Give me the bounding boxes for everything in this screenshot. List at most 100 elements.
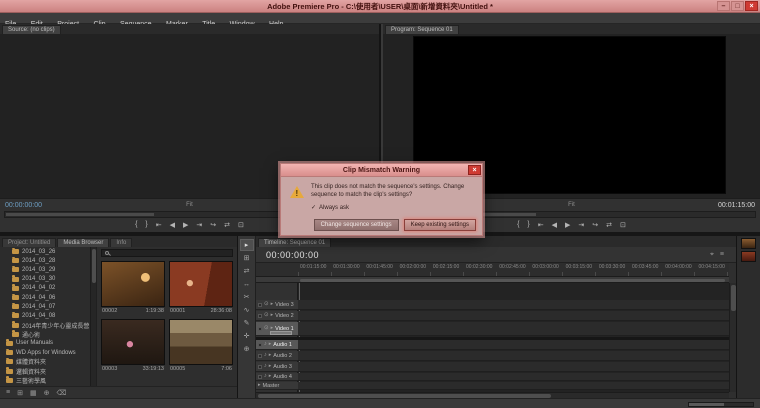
track-lane[interactable]	[298, 362, 729, 372]
tree-item[interactable]: 2014_04_07	[0, 302, 90, 311]
lock-toggle[interactable]	[258, 303, 262, 307]
twirl-icon[interactable]: ▸	[269, 364, 272, 369]
track-lane[interactable]	[298, 311, 729, 321]
twirl-icon[interactable]: ▸	[271, 302, 274, 307]
speaker-icon[interactable]: ♪	[264, 374, 267, 380]
tab-timeline[interactable]: Timeline: Sequence 01	[258, 238, 331, 247]
lock-toggle[interactable]	[258, 327, 262, 331]
list-view-icon[interactable]: ≡	[6, 389, 10, 396]
lock-toggle[interactable]	[258, 314, 262, 318]
go-to-in-icon[interactable]: ⇤	[538, 221, 544, 229]
track-header[interactable]: ⊙ ▸ Video 1	[256, 322, 298, 336]
step-forward-icon[interactable]: ⇥	[578, 221, 584, 229]
track-header[interactable]: ♪ ▸ Audio 3	[256, 362, 298, 372]
eye-icon[interactable]: ⊙	[264, 326, 269, 332]
tree-item[interactable]: 2014_03_28	[0, 256, 90, 265]
pen-tool-icon[interactable]: ✎	[240, 317, 254, 329]
tree-item[interactable]: 2014_03_26	[0, 247, 90, 256]
tree-item[interactable]: 2014_03_29	[0, 265, 90, 274]
clip-item[interactable]: 0000128:36:08	[169, 261, 233, 314]
twirl-icon[interactable]: ▸	[258, 383, 261, 388]
track-header[interactable]: ♪ ▸ Audio 4	[256, 373, 298, 381]
hand-tool-icon[interactable]: ✛	[240, 330, 254, 342]
source-patch-chip[interactable]	[270, 331, 292, 335]
icon-view-icon[interactable]: ⊞	[17, 389, 23, 397]
track-lane[interactable]	[298, 322, 729, 336]
lock-toggle[interactable]	[258, 343, 262, 347]
loop-icon[interactable]: ↪	[210, 221, 216, 229]
track-lane[interactable]	[298, 300, 729, 310]
clip-item[interactable]: 000057:06	[169, 319, 233, 372]
track-header[interactable]: ▸ Master	[256, 382, 298, 390]
new-item-icon[interactable]: ⊕	[44, 389, 50, 397]
bin-search-box[interactable]	[101, 249, 233, 257]
dialog-close-icon[interactable]: ×	[468, 165, 481, 175]
time-ruler[interactable]: 00:01:15:00 00:01:30:00 00:01:45:00 00:0…	[298, 263, 729, 277]
speaker-icon[interactable]: ♪	[264, 342, 267, 348]
tree-item[interactable]: 媒體資料夾	[0, 357, 90, 366]
insert-icon[interactable]: ⇄	[224, 221, 230, 229]
clip-thumbnail[interactable]	[101, 319, 165, 365]
tree-item[interactable]: 邏輯資料夾	[0, 366, 90, 375]
clip-thumbnail[interactable]	[169, 261, 233, 307]
track-header[interactable]: ♪ ▸ Audio 1	[256, 340, 298, 350]
tree-item[interactable]: WD Apps for Windows	[0, 348, 90, 357]
program-fit-dropdown[interactable]: Fit	[568, 202, 575, 208]
tab-source-monitor[interactable]: Source: (no clips)	[2, 25, 61, 34]
clip-thumbnail[interactable]	[169, 319, 233, 365]
track-lane[interactable]	[298, 373, 729, 381]
tree-item[interactable]: 2014_04_02	[0, 284, 90, 293]
mark-in-icon[interactable]: {	[135, 221, 137, 228]
tab-info[interactable]: Info	[110, 238, 132, 247]
export-frame-icon[interactable]: ⊡	[620, 221, 626, 229]
step-back-icon[interactable]: ◀	[170, 221, 175, 229]
tree-item[interactable]: 2014_03_30	[0, 275, 90, 284]
track-lane[interactable]	[298, 340, 729, 350]
slip-tool-icon[interactable]: ∿	[240, 304, 254, 316]
selection-tool-icon[interactable]: ▸	[240, 239, 254, 251]
close-button[interactable]: ×	[745, 1, 758, 11]
dialog-title-bar[interactable]: Clip Mismatch Warning ×	[281, 164, 482, 177]
minimize-button[interactable]: –	[717, 1, 730, 11]
tab-media-browser[interactable]: Media Browser	[57, 238, 109, 247]
extract-icon[interactable]: ⇄	[606, 221, 612, 229]
source-fit-dropdown[interactable]: Fit	[186, 202, 193, 208]
lock-toggle[interactable]	[258, 375, 262, 379]
zoom-tool-icon[interactable]: ⊕	[240, 343, 254, 355]
tree-item[interactable]: 通心術	[0, 330, 90, 339]
track-lane[interactable]	[298, 351, 729, 361]
twirl-icon[interactable]: ▸	[269, 342, 272, 347]
twirl-icon[interactable]: ▸	[271, 313, 274, 318]
clip-item[interactable]: 0000333:19:13	[101, 319, 165, 372]
clip-thumbnail[interactable]	[101, 261, 165, 307]
thumbnail-size-icon[interactable]: ▦	[30, 389, 37, 397]
ripple-edit-tool-icon[interactable]: ⇄	[240, 265, 254, 277]
track-select-tool-icon[interactable]: ⊞	[240, 252, 254, 264]
track-header[interactable]: ♪ ▸ Audio 2	[256, 351, 298, 361]
razor-tool-icon[interactable]: ✂	[240, 291, 254, 303]
always-ask-checkbox[interactable]: ✓ Always ask	[311, 204, 349, 211]
track-header[interactable]: ⊙ ▸ Video 3	[256, 300, 298, 310]
go-to-in-icon[interactable]: ⇤	[156, 221, 162, 229]
twirl-icon[interactable]: ▸	[269, 353, 272, 358]
step-back-icon[interactable]: ◀	[552, 221, 557, 229]
rate-stretch-tool-icon[interactable]: ↔	[240, 278, 254, 290]
play-icon[interactable]: ▶	[183, 221, 188, 229]
loop-icon[interactable]: ↪	[592, 221, 598, 229]
export-frame-icon[interactable]: ⊡	[238, 221, 244, 229]
keep-existing-settings-button[interactable]: Keep existing settings	[404, 219, 476, 231]
eye-icon[interactable]: ⊙	[264, 313, 269, 319]
mark-out-icon[interactable]: }	[145, 221, 147, 228]
speaker-icon[interactable]: ♪	[264, 353, 267, 359]
mark-in-icon[interactable]: {	[517, 221, 519, 228]
timeline-menu-icon[interactable]: ≡	[720, 251, 724, 259]
track-lane[interactable]	[298, 382, 729, 390]
speaker-icon[interactable]: ♪	[264, 364, 267, 370]
tree-item[interactable]: 2014_04_08	[0, 311, 90, 320]
track-header[interactable]: ⊙ ▸ Video 2	[256, 311, 298, 321]
tree-item[interactable]: 2014_04_06	[0, 293, 90, 302]
tree-item[interactable]: User Manuals	[0, 339, 90, 348]
lock-toggle[interactable]	[258, 365, 262, 369]
play-icon[interactable]: ▶	[565, 221, 570, 229]
tab-program-monitor[interactable]: Program: Sequence 01	[385, 25, 459, 34]
